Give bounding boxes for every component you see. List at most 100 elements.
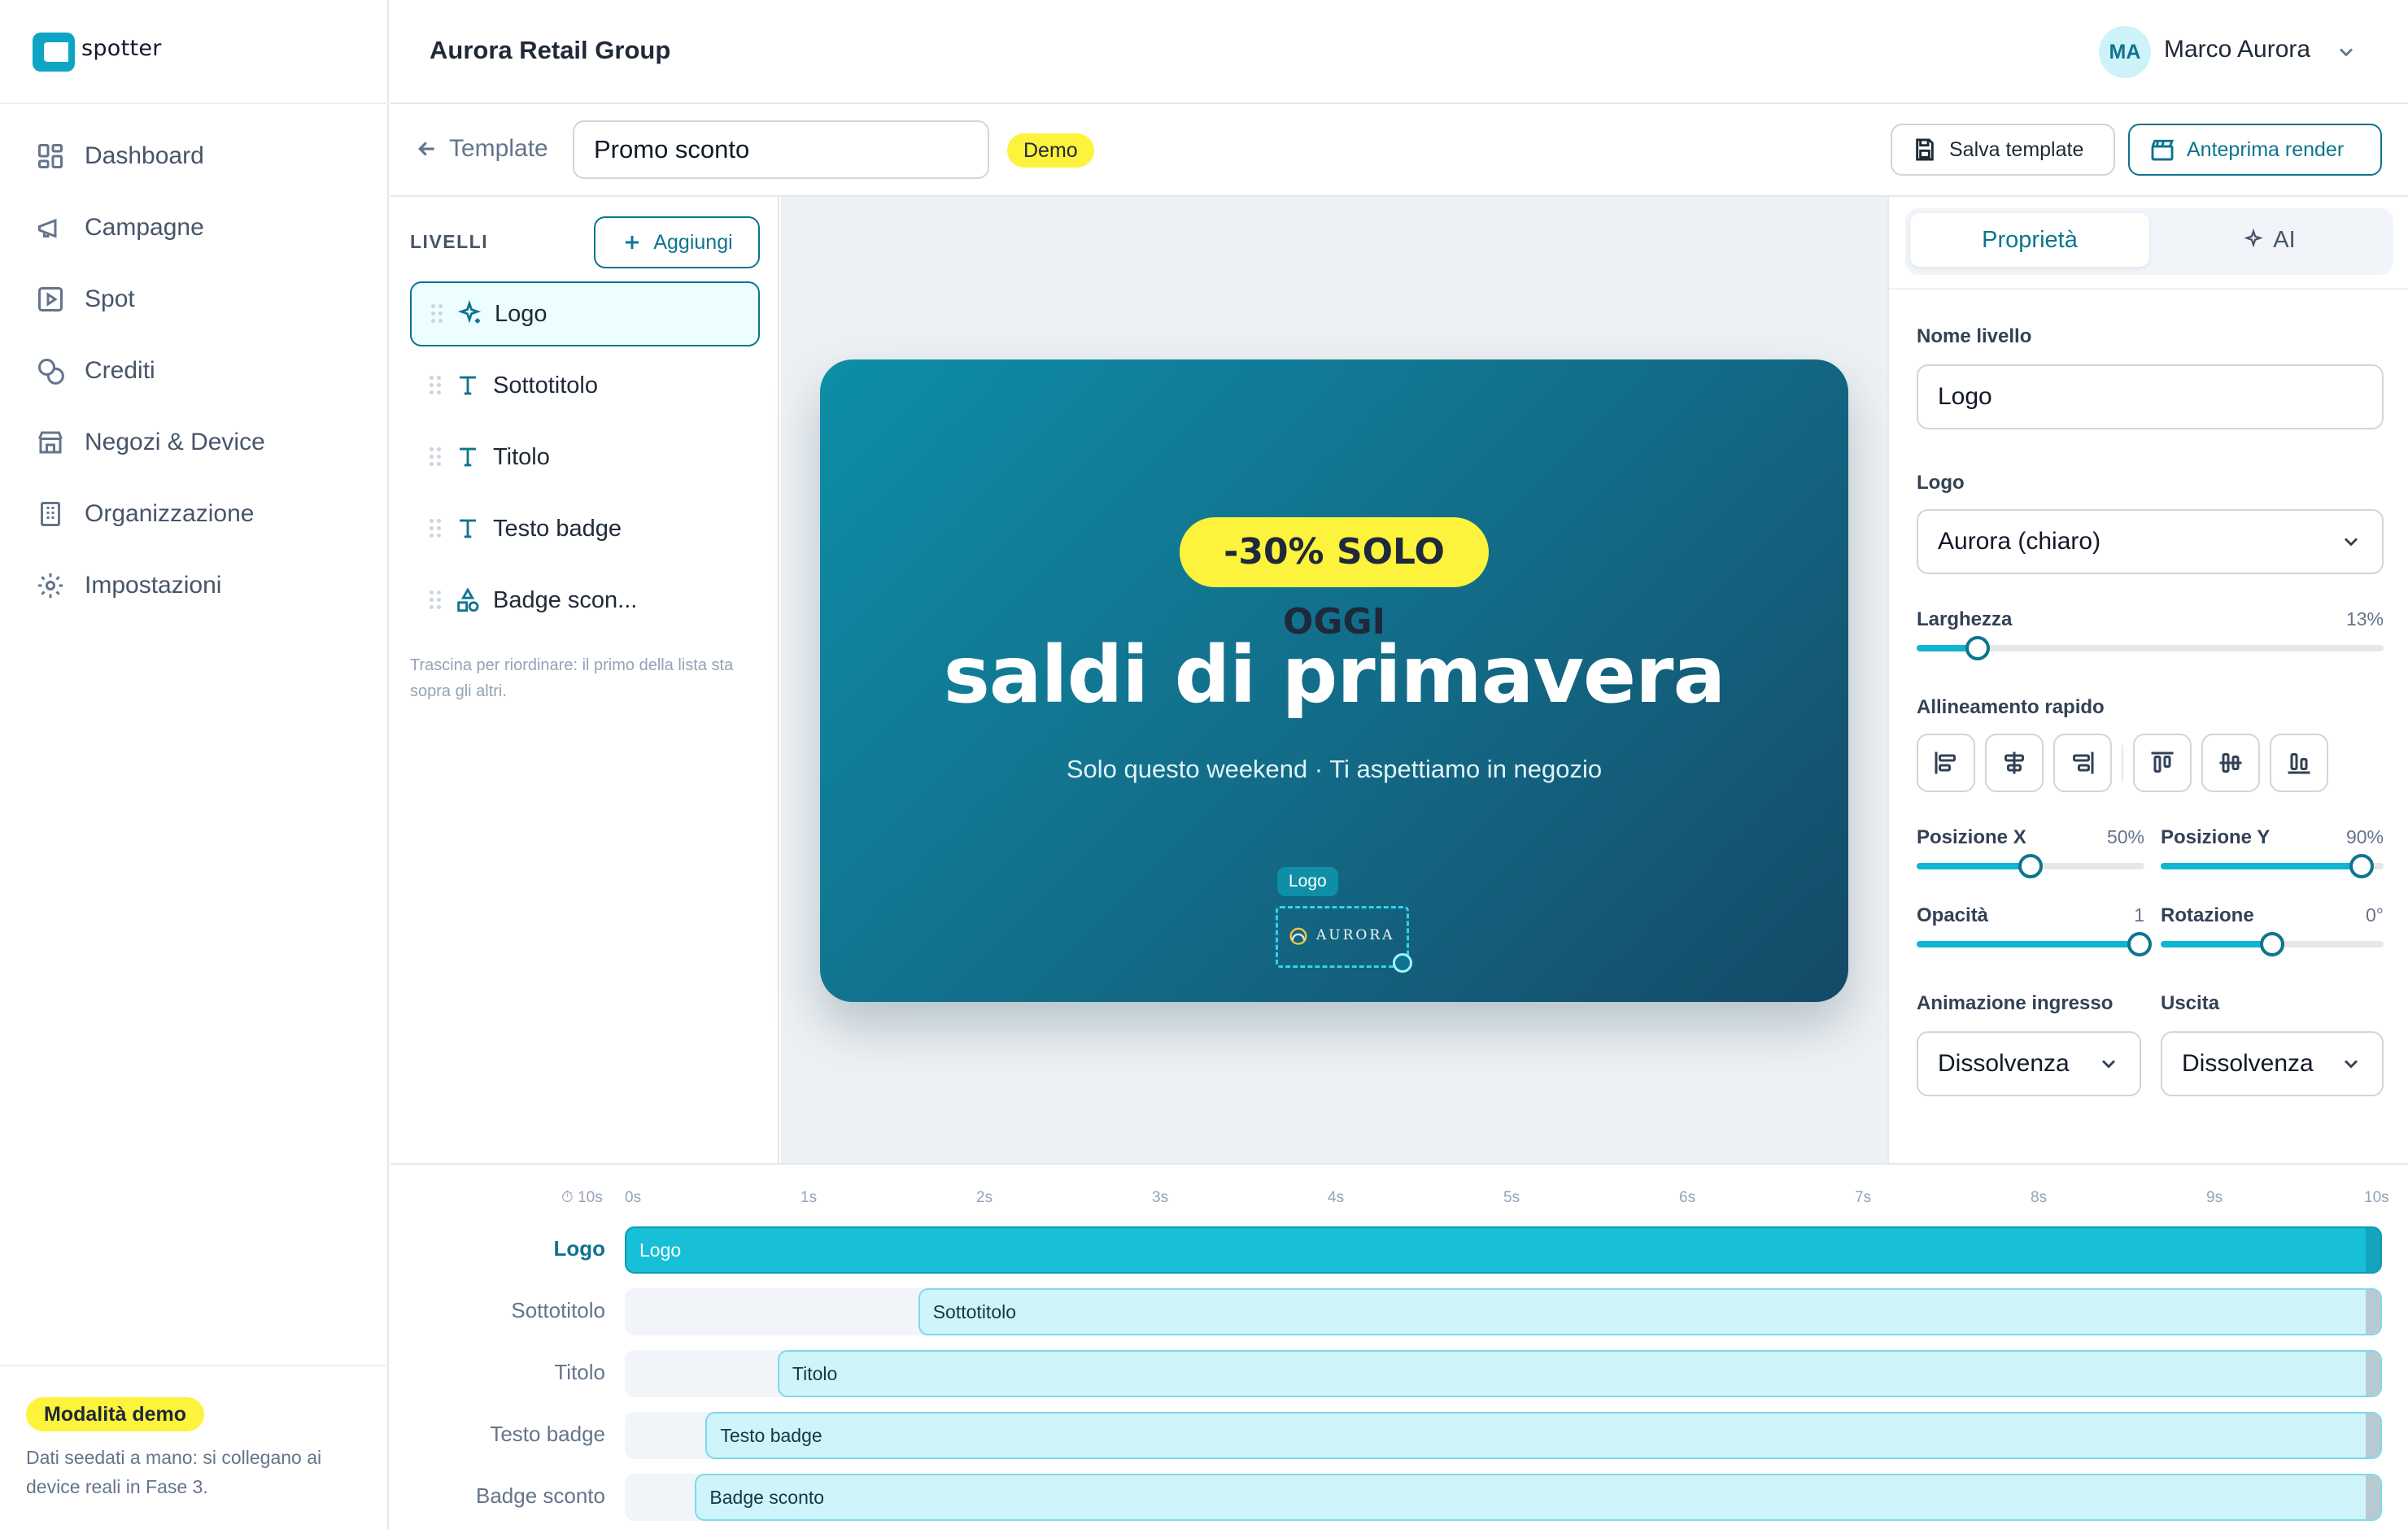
rotation-value: 0° [2366, 904, 2384, 926]
quick-align-group [1917, 734, 2384, 792]
sidebar-item-spot[interactable]: Spot [36, 275, 361, 324]
timeline-bar-end-handle[interactable] [2365, 1475, 2380, 1519]
slider-knob[interactable] [2018, 854, 2043, 878]
timeline-row-label[interactable]: Badge sconto [390, 1483, 605, 1509]
timeline-row-label[interactable]: Sottotitolo [390, 1298, 605, 1323]
save-icon [1916, 138, 1934, 161]
editor-toolbar: Template Demo Salva template Anteprima r… [390, 104, 2408, 197]
align-middle-v-button[interactable] [2201, 734, 2260, 792]
tab-ai[interactable]: AI [2149, 213, 2388, 267]
sidebar-item-crediti[interactable]: Crediti [36, 346, 361, 395]
align-bottom-button[interactable] [2270, 734, 2328, 792]
timeline-bar-end-handle[interactable] [2365, 1414, 2380, 1457]
align-top-button[interactable] [2133, 734, 2192, 792]
timeline-row-label[interactable]: Logo [390, 1236, 605, 1261]
layer-label: Logo [495, 300, 547, 327]
opacity-slider[interactable] [1917, 932, 2152, 956]
timeline-bar[interactable]: Sottotitolo [918, 1288, 2382, 1335]
align-center-h-button[interactable] [1985, 734, 2044, 792]
timeline-row-label[interactable]: Testo badge [390, 1422, 605, 1447]
chevron-down-icon[interactable] [2335, 41, 2358, 63]
brand-name[interactable]: spotter [81, 36, 162, 61]
slider-knob[interactable] [1965, 636, 1990, 660]
sidebar-item-impostazioni[interactable]: Impostazioni [36, 561, 361, 610]
sidebar-item-dashboard[interactable]: Dashboard [36, 132, 361, 181]
add-layer-label: Aggiungi [653, 230, 733, 254]
layer-name-label: Nome livello [1917, 325, 2032, 347]
anim-in-select[interactable]: Dissolvenza [1917, 1031, 2141, 1096]
clapperboard-icon [2151, 139, 2175, 161]
timeline-bar-end-handle[interactable] [2365, 1352, 2380, 1396]
top-bar: Aurora Retail Group MA Marco Aurora [390, 0, 2408, 104]
preview-render-button[interactable]: Anteprima render [2128, 124, 2382, 176]
timeline-bar-end-handle[interactable] [2365, 1290, 2380, 1334]
anim-in-value: Dissolvenza [1938, 1050, 2070, 1077]
timeline-bar-end-handle[interactable] [2366, 1228, 2380, 1272]
slider-knob[interactable] [2127, 932, 2152, 956]
pos-x-slider[interactable] [1917, 854, 2144, 878]
timeline-tick: 7s [1855, 1189, 1872, 1206]
layer-item-sottotitolo[interactable]: Sottotitolo [410, 353, 760, 418]
pos-y-slider[interactable] [2161, 854, 2384, 878]
text-icon [460, 376, 476, 395]
rotation-slider[interactable] [2161, 932, 2384, 956]
drag-handle-icon[interactable] [428, 517, 443, 540]
width-slider[interactable] [1917, 636, 2384, 660]
align-left-icon [1935, 751, 1956, 774]
timeline-tick: 5s [1503, 1189, 1520, 1206]
logo-select[interactable]: Aurora (chiaro) [1917, 509, 2384, 574]
back-button[interactable]: Template [415, 129, 548, 169]
user-name[interactable]: Marco Aurora [2164, 36, 2310, 63]
timeline-tick: 6s [1679, 1189, 1696, 1206]
tab-ai-label: AI [2273, 227, 2296, 253]
preview-stage[interactable]: -30% SOLO OGGI saldi di primavera Solo q… [820, 359, 1848, 1002]
drag-handle-icon[interactable] [428, 589, 443, 612]
template-name-input[interactable] [573, 120, 989, 179]
timeline-tick: 2s [976, 1189, 993, 1206]
promo-subtitle[interactable]: Solo questo weekend · Ti aspettiamo in n… [820, 755, 1848, 784]
layer-item-badge-sconto[interactable]: Badge scon... [410, 568, 760, 633]
slider-knob[interactable] [2260, 932, 2284, 956]
resize-handle[interactable] [1393, 953, 1412, 973]
canvas-area[interactable]: -30% SOLO OGGI saldi di primavera Solo q… [781, 197, 1887, 1163]
timeline-bar[interactable]: Titolo [777, 1350, 2382, 1397]
properties-tabs: Proprietà AI [1905, 208, 2393, 275]
add-layer-button[interactable]: Aggiungi [594, 216, 760, 268]
sidebar-item-campagne[interactable]: Campagne [36, 203, 361, 252]
pos-x-label: Posizione X [1917, 826, 2026, 848]
drag-handle-icon[interactable] [428, 374, 443, 397]
layer-name-input[interactable]: Logo [1917, 364, 2384, 429]
layer-item-testo-badge[interactable]: Testo badge [410, 496, 760, 561]
timeline-bar-label: Badge sconto [709, 1487, 825, 1508]
timeline-bar[interactable]: Badge sconto [695, 1474, 2382, 1521]
drag-handle-icon[interactable] [428, 446, 443, 468]
tab-properties[interactable]: Proprietà [1910, 213, 2149, 267]
timeline-bar[interactable]: Testo badge [705, 1412, 2382, 1459]
anim-out-select[interactable]: Dissolvenza [2161, 1031, 2384, 1096]
align-left-button[interactable] [1917, 734, 1975, 792]
layer-label: Titolo [493, 443, 550, 470]
timeline-row-label[interactable]: Titolo [390, 1360, 605, 1385]
slider-knob[interactable] [2349, 854, 2374, 878]
save-template-button[interactable]: Salva template [1891, 124, 2115, 176]
text-icon [460, 519, 476, 538]
sidebar-item-organizzazione[interactable]: Organizzazione [36, 490, 361, 538]
align-right-button[interactable] [2053, 734, 2112, 792]
drag-handle-icon[interactable] [430, 303, 444, 325]
avatar[interactable]: MA [2099, 26, 2151, 78]
sidebar: spotter Dashboard Campagne Spot Crediti … [0, 0, 389, 1529]
brand-logo-icon[interactable] [33, 33, 75, 72]
layer-item-titolo[interactable]: Titolo [410, 425, 760, 490]
promo-title[interactable]: saldi di primavera [820, 629, 1848, 721]
layer-item-logo[interactable]: Logo [410, 281, 760, 346]
sidebar-item-negozi[interactable]: Negozi & Device [36, 418, 361, 467]
divider [2122, 745, 2123, 781]
sparkle-icon [2244, 229, 2264, 248]
timeline-bar[interactable]: Logo [625, 1226, 2382, 1274]
logo-select-value: Aurora (chiaro) [1938, 528, 2101, 555]
timeline-tick: 8s [2031, 1189, 2048, 1206]
discount-badge[interactable]: -30% SOLO OGGI [1180, 517, 1489, 643]
layer-label: Badge scon... [493, 586, 638, 613]
timeline-tick: 0s [625, 1189, 642, 1206]
aurora-logo[interactable]: AURORA [1287, 924, 1394, 947]
